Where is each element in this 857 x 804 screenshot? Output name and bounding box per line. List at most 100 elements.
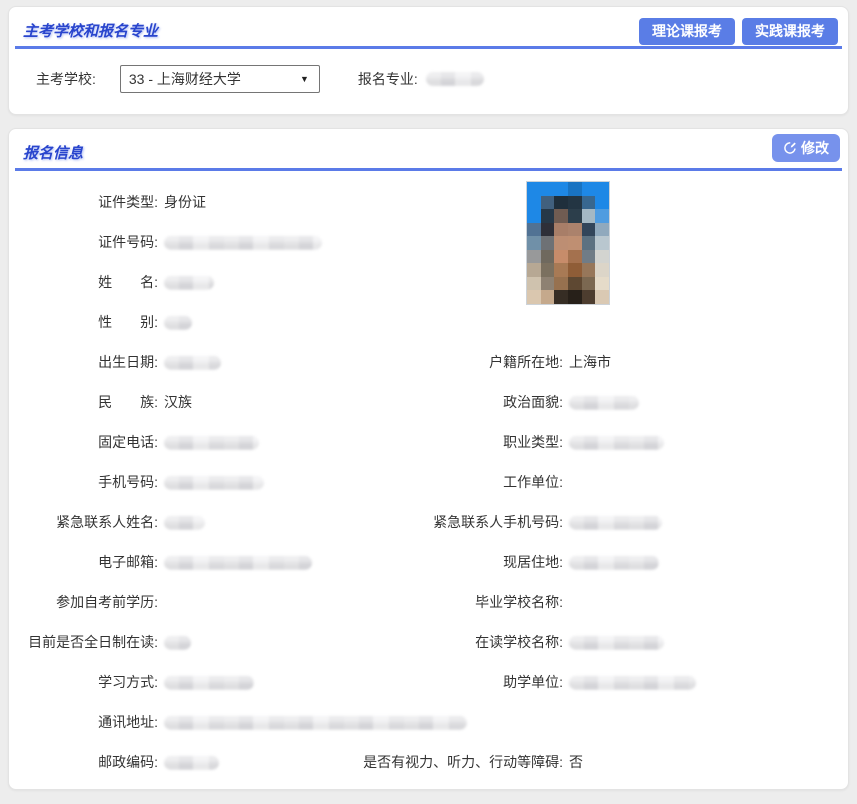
form-row: 目前是否全日制在读: 在读学校名称: <box>9 622 848 662</box>
field-label: 毕业学校名称: <box>339 592 563 612</box>
school-panel-header: 主考学校和报名专业 理论课报考 实践课报考 <box>15 7 842 49</box>
redacted-value <box>569 556 659 570</box>
field-value <box>569 394 639 410</box>
form-row: 邮政编码: 是否有视力、听力、行动等障碍: 否 <box>9 742 848 782</box>
edit-button-label: 修改 <box>801 140 829 156</box>
redacted-value <box>164 676 254 690</box>
practice-course-register-button[interactable]: 实践课报考 <box>742 18 838 45</box>
redacted-value <box>164 716 467 730</box>
photo-pixel <box>554 223 568 237</box>
field-label: 民 族: <box>9 392 158 412</box>
field-value <box>164 674 254 690</box>
redacted-value <box>569 676 696 690</box>
field-value <box>164 714 467 730</box>
photo-pixel <box>554 182 568 196</box>
field-label: 户籍所在地: <box>339 352 563 372</box>
redacted-value <box>164 236 322 250</box>
edit-icon <box>783 141 797 155</box>
photo-pixel <box>541 182 555 196</box>
photo-pixel <box>527 236 541 250</box>
photo-pixel <box>554 263 568 277</box>
id-photo <box>527 182 609 304</box>
photo-pixel <box>568 236 582 250</box>
field-label: 电子邮箱: <box>9 552 158 572</box>
photo-pixel <box>582 223 596 237</box>
field-label: 性 别: <box>9 312 158 332</box>
field-value <box>164 314 192 330</box>
edit-button[interactable]: 修改 <box>772 134 840 162</box>
photo-pixel <box>554 277 568 291</box>
photo-pixel <box>595 182 609 196</box>
info-panel-header: 报名信息 修改 <box>15 129 842 171</box>
form-row: 证件号码: <box>9 222 848 262</box>
form-row: 出生日期:户籍所在地:上海市 <box>9 342 848 382</box>
field-label: 目前是否全日制在读: <box>9 632 158 652</box>
field-value <box>164 514 205 530</box>
field-label: 通讯地址: <box>9 712 158 732</box>
redacted-value <box>164 276 214 290</box>
photo-pixel <box>582 182 596 196</box>
photo-pixel <box>595 250 609 264</box>
form-row: 固定电话:职业类型: <box>9 422 848 462</box>
photo-pixel <box>582 250 596 264</box>
school-panel: 主考学校和报名专业 理论课报考 实践课报考 主考学校: 33 - 上海财经大学 … <box>8 6 849 115</box>
field-label: 工作单位: <box>339 472 563 492</box>
field-label: 政治面貌: <box>339 392 563 412</box>
field-label: 证件类型: <box>9 192 158 212</box>
field-value: 身份证 <box>164 192 206 212</box>
photo-pixel <box>541 196 555 210</box>
redacted-value <box>164 636 191 650</box>
photo-pixel <box>527 196 541 210</box>
photo-pixel <box>541 250 555 264</box>
form-row: 民 族:汉族政治面貌: <box>9 382 848 422</box>
photo-pixel <box>527 223 541 237</box>
photo-pixel <box>568 250 582 264</box>
photo-pixel <box>554 250 568 264</box>
photo-pixel <box>541 236 555 250</box>
photo-pixel <box>595 236 609 250</box>
field-label: 在读学校名称: <box>339 632 563 652</box>
redacted-value <box>164 516 205 530</box>
photo-pixel <box>582 263 596 277</box>
photo-pixel <box>527 209 541 223</box>
field-value <box>569 674 696 690</box>
photo-pixel <box>582 277 596 291</box>
redacted-value <box>164 756 219 770</box>
photo-pixel <box>582 290 596 304</box>
field-value <box>569 514 662 530</box>
form-row: 手机号码: 工作单位: <box>9 462 848 502</box>
theory-course-register-button[interactable]: 理论课报考 <box>639 18 735 45</box>
photo-pixel <box>568 209 582 223</box>
photo-pixel <box>568 223 582 237</box>
field-label: 手机号码: <box>9 472 158 492</box>
photo-pixel <box>541 263 555 277</box>
field-label: 出生日期: <box>9 352 158 372</box>
photo-pixel <box>595 223 609 237</box>
field-value <box>164 434 259 450</box>
field-value <box>569 434 664 450</box>
photo-pixel <box>595 263 609 277</box>
field-value <box>164 634 191 650</box>
field-label: 姓 名: <box>9 272 158 292</box>
redacted-major-value <box>426 72 484 86</box>
field-value <box>164 474 264 490</box>
field-value: 否 <box>569 752 583 772</box>
field-value <box>164 554 312 570</box>
form-row: 参加自考前学历:毕业学校名称: <box>9 582 848 622</box>
photo-pixel <box>595 196 609 210</box>
photo-pixel <box>527 182 541 196</box>
redacted-value <box>569 396 639 410</box>
redacted-value <box>569 516 662 530</box>
school-panel-title: 主考学校和报名专业 <box>23 20 158 41</box>
field-label: 是否有视力、听力、行动等障碍: <box>339 752 563 772</box>
photo-pixel <box>582 209 596 223</box>
photo-pixel <box>568 263 582 277</box>
photo-pixel <box>554 196 568 210</box>
field-label: 邮政编码: <box>9 752 158 772</box>
form-row: 学习方式:助学单位: <box>9 662 848 702</box>
info-panel-title: 报名信息 <box>23 142 83 163</box>
field-label: 紧急联系人手机号码: <box>339 512 563 532</box>
school-select[interactable]: 33 - 上海财经大学 ▼ <box>120 65 320 93</box>
photo-pixel <box>554 236 568 250</box>
redacted-value <box>164 316 192 330</box>
